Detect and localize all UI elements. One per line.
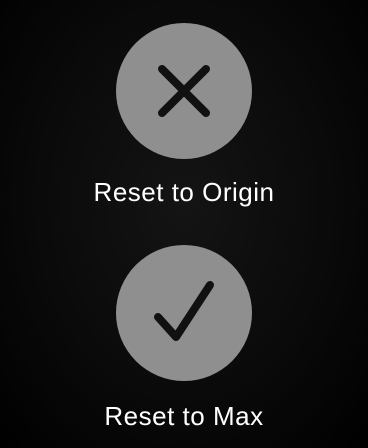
checkmark-icon [154,281,214,341]
reset-to-max-action: Reset to Max [0,245,368,432]
reset-to-origin-label: Reset to Origin [93,177,275,207]
reset-to-max-label: Reset to Max [104,401,264,431]
reset-to-origin-button[interactable] [116,23,252,159]
reset-to-max-button[interactable] [116,245,252,381]
close-icon [158,65,210,117]
watch-screen: Reset to Origin Reset to Max [0,0,368,448]
reset-to-origin-action: Reset to Origin [0,23,368,208]
